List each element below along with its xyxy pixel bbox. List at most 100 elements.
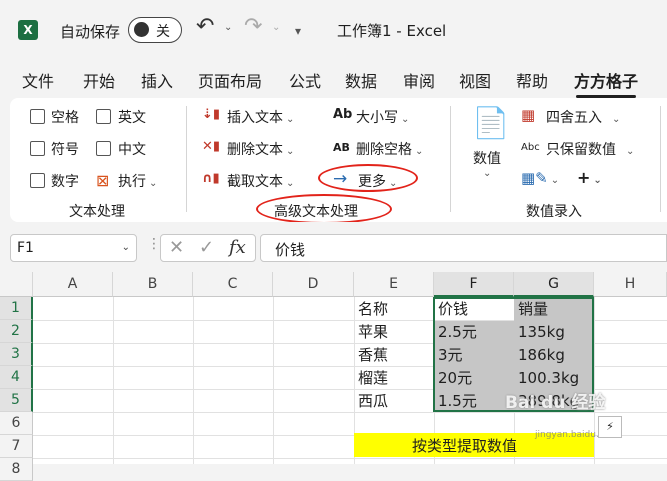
cell-g1[interactable]: 销量 [514, 298, 548, 321]
plus-button[interactable]: + ⌄ [577, 168, 602, 187]
tab-file[interactable]: 文件 [22, 68, 54, 92]
column-header-f[interactable]: F [434, 272, 514, 297]
fx-icon[interactable]: fx [229, 237, 246, 258]
checkbox-english-label: 英文 [118, 110, 146, 126]
formula-buttons: ✕ ✓ fx [160, 234, 256, 262]
name-box[interactable]: F1 ⌄ [10, 234, 137, 262]
keep-numeric-icon: Abc [521, 142, 540, 153]
tab-page-layout[interactable]: 页面布局 [198, 68, 262, 92]
cell-g4[interactable]: 100.3kg [514, 367, 579, 390]
cell-f1[interactable]: 价钱 [434, 298, 468, 321]
title-bar: X 自动保存 关 ↶ ⌄ ↷ ⌄ ▾ 工作簿1 - Excel [0, 0, 667, 60]
extract-text-icon: ∩▮ [202, 171, 220, 186]
chevron-down-icon[interactable]: ⌄ [483, 168, 491, 179]
chevron-down-icon: ⌄ [415, 146, 424, 157]
checkbox-number[interactable] [30, 173, 45, 188]
row-header-6[interactable]: 6 [0, 412, 33, 435]
tab-formulas[interactable]: 公式 [289, 68, 321, 92]
chevron-down-icon: ⌄ [286, 178, 295, 189]
keep-numeric-button[interactable]: 只保留数值 ⌄ [546, 139, 634, 159]
row-header-8[interactable]: 8 [0, 458, 33, 481]
grid-line [193, 297, 194, 464]
quick-analysis-icon[interactable]: ⚡ [598, 416, 622, 438]
more-vertical-icon[interactable]: ⋮ [147, 236, 161, 252]
row-header-5[interactable]: 5 [0, 389, 33, 412]
insert-text-button[interactable]: 插入文本 ⌄ [227, 107, 294, 127]
formula-bar: F1 ⌄ ⋮ ✕ ✓ fx 价钱 [0, 222, 667, 272]
checkbox-number-label: 数字 [51, 174, 79, 190]
cell-g3[interactable]: 186kg [514, 344, 565, 367]
cell-f2[interactable]: 2.5元 [434, 321, 477, 344]
chevron-down-icon: ⌄ [121, 242, 130, 253]
chevron-down-icon: ⌄ [612, 114, 621, 125]
row-header-3[interactable]: 3 [0, 343, 33, 366]
case-button[interactable]: 大小写 ⌄ [356, 107, 409, 127]
group-divider [660, 106, 661, 212]
column-header-b[interactable]: B [113, 272, 193, 297]
cell-g2[interactable]: 135kg [514, 321, 565, 344]
annotation-oval-advanced [256, 194, 392, 224]
formula-input[interactable]: 价钱 [260, 234, 667, 262]
delete-space-button[interactable]: 删除空格 ⌄ [356, 139, 423, 159]
numeric-icon: 📄 [472, 106, 510, 141]
tab-home[interactable]: 开始 [83, 68, 115, 92]
banner-text: 按类型提取数值 [412, 437, 518, 455]
redo-icon[interactable]: ↷ [244, 14, 262, 39]
quick-access-more-icon[interactable]: ▾ [295, 24, 301, 38]
column-header-a[interactable]: A [33, 272, 113, 297]
numeric-label[interactable]: 数值 [473, 148, 501, 168]
column-header-c[interactable]: C [193, 272, 273, 297]
chevron-down-icon: ⌄ [401, 114, 410, 125]
redo-dropdown-icon[interactable]: ⌄ [272, 22, 280, 33]
tab-help[interactable]: 帮助 [516, 68, 548, 92]
delete-text-button[interactable]: 删除文本 ⌄ [227, 139, 294, 159]
column-header-e[interactable]: E [354, 272, 434, 297]
chevron-down-icon: ⌄ [286, 146, 295, 157]
column-header-g[interactable]: G [514, 272, 594, 297]
cell-e3[interactable]: 香蕉 [354, 344, 388, 367]
cell-e5[interactable]: 西瓜 [354, 390, 388, 413]
checkbox-space[interactable] [30, 109, 45, 124]
tab-data[interactable]: 数据 [345, 68, 377, 92]
cell-e4[interactable]: 榴莲 [354, 367, 388, 390]
undo-dropdown-icon[interactable]: ⌄ [224, 22, 232, 33]
checkbox-chinese[interactable] [96, 141, 111, 156]
cell-f4[interactable]: 20元 [434, 367, 472, 390]
edit-table-icon[interactable]: ▦✎ ⌄ [521, 169, 559, 187]
delete-space-icon: AB [333, 141, 350, 154]
tab-insert[interactable]: 插入 [141, 68, 173, 92]
cell-e1[interactable]: 名称 [354, 298, 388, 321]
undo-icon[interactable]: ↶ [196, 14, 214, 39]
annotation-oval-more [318, 164, 418, 192]
execute-icon: ⊠ [96, 171, 110, 190]
select-all-corner[interactable] [0, 272, 33, 297]
row-header-4[interactable]: 4 [0, 366, 33, 389]
round-button[interactable]: 四舍五入 ⌄ [546, 107, 620, 127]
tab-review[interactable]: 审阅 [403, 68, 435, 92]
row-header-2[interactable]: 2 [0, 320, 33, 343]
cell-f5[interactable]: 1.5元 [434, 390, 477, 413]
checkbox-english[interactable] [96, 109, 111, 124]
execute-button[interactable]: 执行 ⌄ [118, 171, 157, 191]
row-header-1[interactable]: 1 [0, 297, 33, 320]
cancel-icon[interactable]: ✕ [169, 237, 184, 258]
column-header-h[interactable]: H [594, 272, 667, 297]
chevron-down-icon: ⌄ [550, 175, 560, 186]
chevron-down-icon: ⌄ [593, 175, 602, 186]
group-label-text: 文本处理 [69, 204, 125, 220]
checkbox-space-label: 空格 [51, 110, 79, 126]
checkbox-symbol[interactable] [30, 141, 45, 156]
group-divider [186, 106, 187, 212]
autosave-toggle[interactable]: 关 [128, 17, 182, 43]
row-header-7[interactable]: 7 [0, 435, 33, 458]
extract-text-button[interactable]: 截取文本 ⌄ [227, 171, 294, 191]
column-header-d[interactable]: D [273, 272, 354, 297]
cell-f3[interactable]: 3元 [434, 344, 463, 367]
cell-e2[interactable]: 苹果 [354, 321, 388, 344]
group-label-numeric: 数值录入 [526, 204, 582, 220]
toggle-knob [134, 22, 149, 37]
delete-text-icon: ✕▮ [202, 139, 221, 154]
tab-fangfang[interactable]: 方方格子 [574, 68, 638, 98]
confirm-icon[interactable]: ✓ [199, 237, 214, 258]
tab-view[interactable]: 视图 [459, 68, 491, 92]
